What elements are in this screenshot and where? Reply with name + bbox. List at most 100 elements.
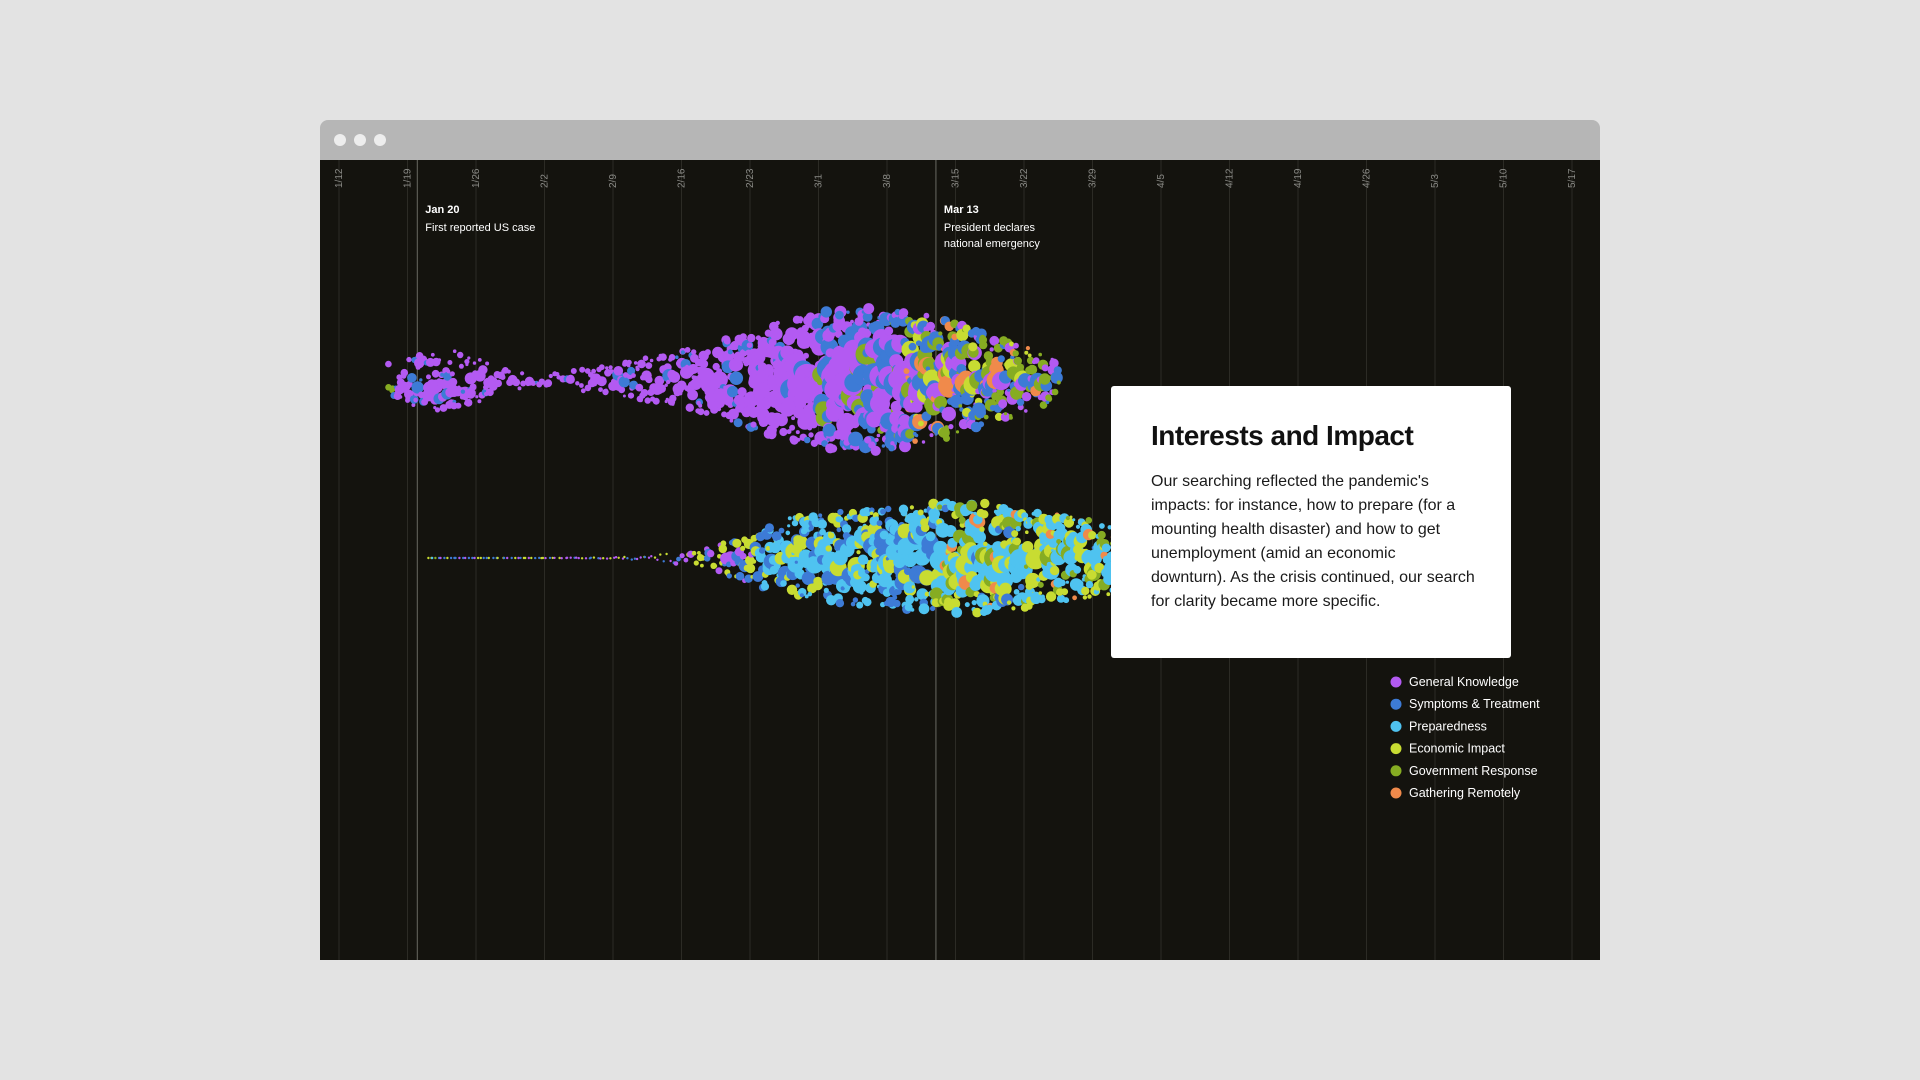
upper-bubble <box>477 399 482 404</box>
lower-bubble <box>519 556 522 560</box>
lower-bubble <box>852 579 867 594</box>
lower-bubble <box>1086 569 1097 580</box>
lower-bubble <box>1038 595 1046 604</box>
upper-bubble <box>716 407 722 412</box>
lower-bubble <box>443 556 446 560</box>
lower-bubble <box>565 556 569 559</box>
window-minimize-dot[interactable] <box>354 134 366 146</box>
upper-bubble <box>469 383 477 391</box>
lower-bubble <box>589 556 592 559</box>
upper-bubble <box>637 359 646 369</box>
upper-bubble <box>770 429 777 436</box>
lower-bubble <box>917 509 924 516</box>
lower-bubble <box>569 556 572 559</box>
upper-bubble <box>598 387 603 392</box>
upper-bubble <box>400 368 409 377</box>
upper-bubble <box>447 360 453 365</box>
upper-bubble <box>888 445 895 452</box>
lower-bubble <box>885 505 892 513</box>
lower-bubble <box>659 553 662 556</box>
lower-bubble <box>980 510 989 519</box>
lower-bubble <box>880 508 886 515</box>
lower-bubble <box>575 556 578 559</box>
upper-bubble <box>989 347 994 352</box>
lower-bubble <box>665 552 668 556</box>
lower-bubble <box>553 556 556 560</box>
lower-bubble <box>626 557 629 560</box>
upper-bubble <box>697 408 705 416</box>
lower-bubble <box>514 556 517 560</box>
upper-bubble <box>934 395 948 409</box>
upper-bubble <box>795 430 800 435</box>
upper-bubble <box>1005 379 1010 384</box>
lower-bubble <box>614 556 618 559</box>
lower-bubble <box>599 557 602 560</box>
upper-bubble <box>449 371 455 377</box>
legend-label: General Knowledge <box>1409 675 1519 689</box>
lower-bubble <box>1037 581 1044 588</box>
upper-bubble <box>602 388 609 396</box>
lower-bubble <box>780 580 787 587</box>
upper-bubble <box>908 342 917 351</box>
upper-bubble <box>943 434 950 442</box>
upper-bubble <box>1012 350 1019 357</box>
upper-bubble <box>691 349 697 355</box>
upper-bubble <box>1024 409 1028 413</box>
upper-bubble <box>918 420 924 427</box>
upper-bubble <box>598 364 605 371</box>
upper-bubble <box>698 403 703 408</box>
lower-bubble <box>700 563 704 568</box>
upper-bubble <box>467 356 471 360</box>
legend-swatch <box>1390 698 1402 710</box>
lower-bubble <box>502 556 506 560</box>
upper-bubble <box>385 360 392 368</box>
upper-bubble <box>469 377 474 382</box>
upper-bubble <box>517 386 522 391</box>
lower-bubble <box>856 550 861 555</box>
lower-bubble <box>693 560 699 566</box>
lower-bubble <box>1088 531 1097 540</box>
lower-bubble <box>787 524 791 528</box>
lower-bubble <box>1063 597 1070 604</box>
legend-label: Economic Impact <box>1409 742 1505 756</box>
upper-bubble <box>791 334 797 340</box>
window-close-dot[interactable] <box>334 134 346 146</box>
x-tick-label: 4/12 <box>1225 168 1236 188</box>
lower-bubble <box>580 557 584 560</box>
upper-bubble <box>544 379 553 388</box>
legend-swatch <box>1390 743 1402 755</box>
lower-bubble <box>449 556 453 560</box>
upper-bubble <box>716 368 723 374</box>
lower-bubble <box>1011 606 1016 611</box>
upper-bubble <box>398 395 403 399</box>
upper-bubble <box>1007 388 1011 392</box>
upper-bubble <box>846 424 852 430</box>
upper-bubble <box>633 361 638 365</box>
upper-bubble <box>652 397 660 405</box>
lower-bubble <box>1015 526 1021 532</box>
upper-bubble <box>978 421 985 428</box>
upper-bubble <box>941 406 956 422</box>
upper-bubble <box>678 391 683 396</box>
lower-bubble <box>1006 600 1012 605</box>
upper-bubble <box>790 329 796 334</box>
lower-bubble <box>823 587 829 593</box>
legend-label: Preparedness <box>1409 719 1487 733</box>
upper-bubble <box>419 378 423 382</box>
upper-bubble <box>1013 342 1019 349</box>
upper-bubble <box>803 352 809 359</box>
upper-bubble <box>729 371 744 385</box>
lower-bubble <box>808 525 814 531</box>
lower-bubble <box>964 602 970 608</box>
upper-bubble <box>472 361 477 365</box>
lower-bubble <box>506 556 509 560</box>
lower-bubble <box>630 558 633 561</box>
lower-bubble <box>431 556 434 560</box>
upper-bubble <box>989 354 993 358</box>
window-maximize-dot[interactable] <box>374 134 386 146</box>
lower-bubble <box>534 556 537 560</box>
lower-bubble <box>726 573 732 579</box>
x-tick-label: 3/22 <box>1019 168 1030 188</box>
upper-bubble <box>477 358 482 362</box>
lower-bubble <box>471 556 474 560</box>
